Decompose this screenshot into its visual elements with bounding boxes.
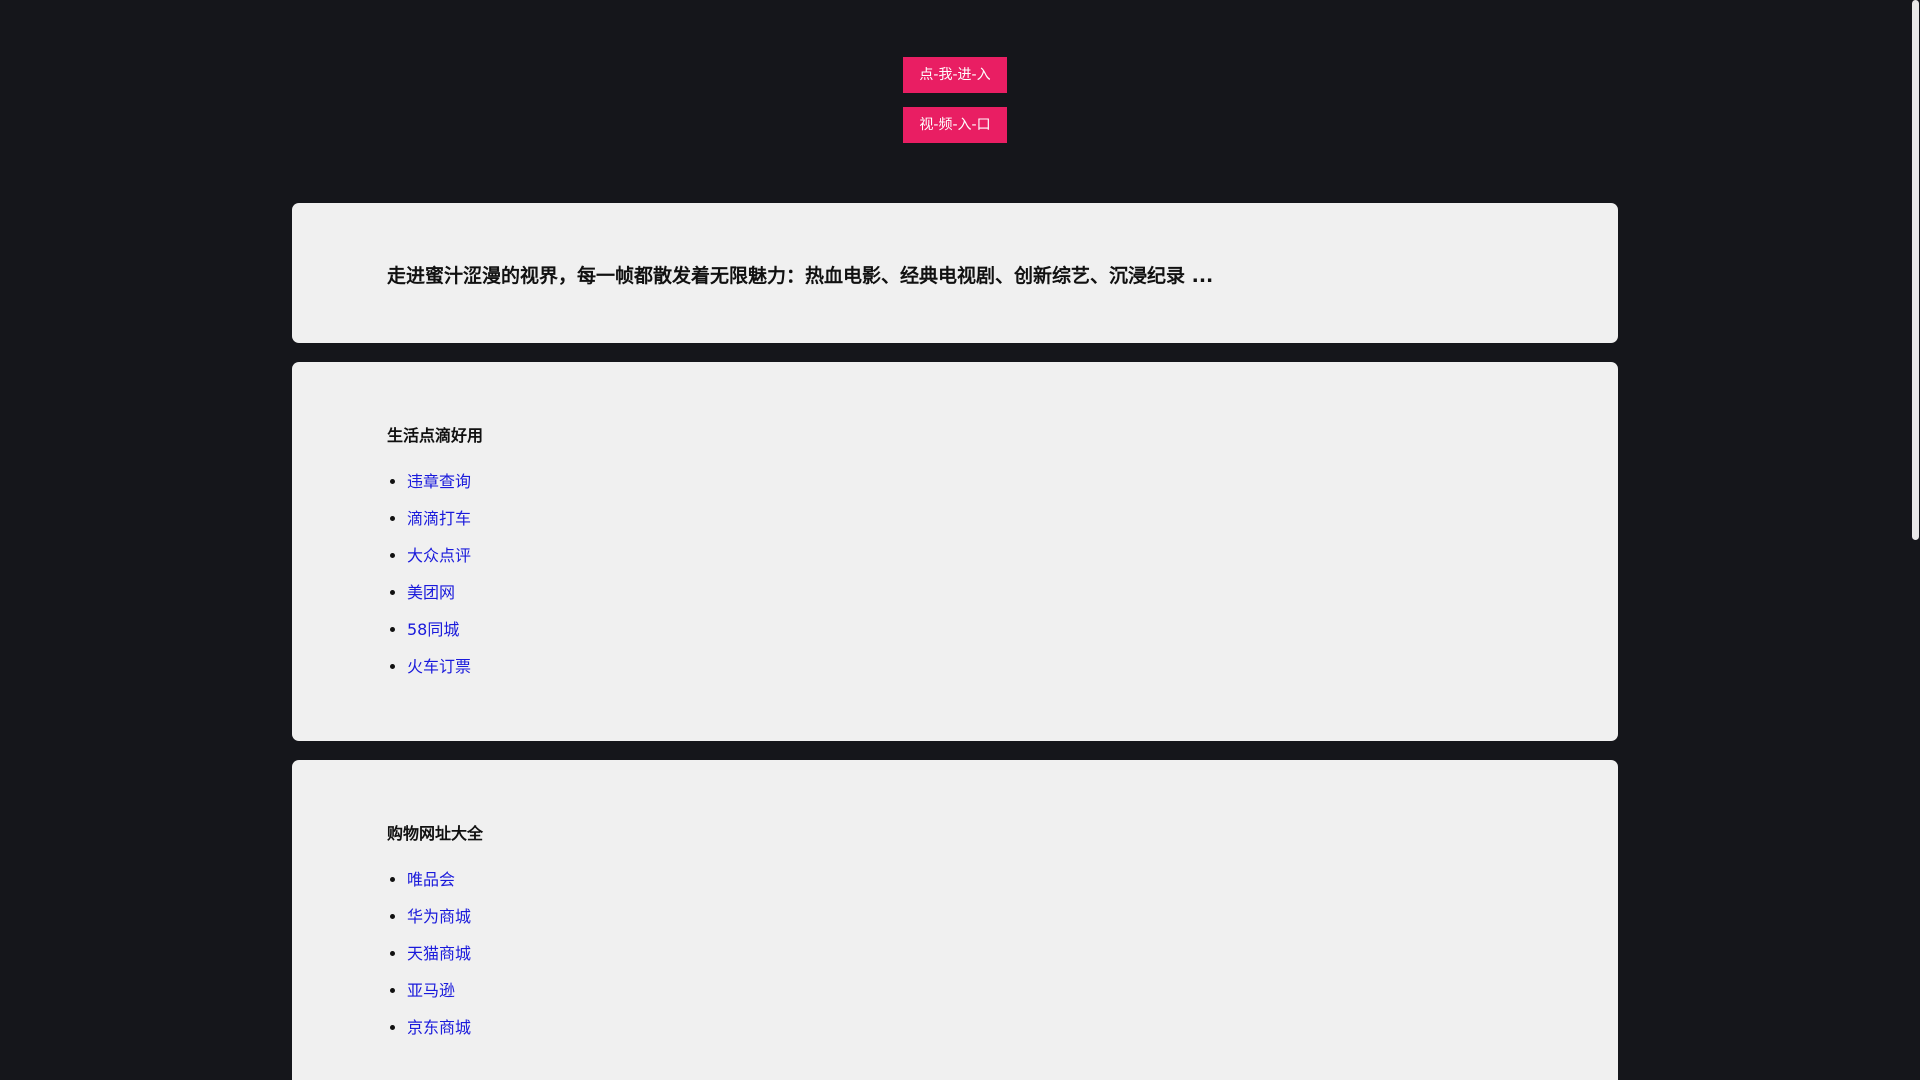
link-traffic-violation[interactable]: 违章查询 <box>407 472 471 491</box>
list-item: 火车订票 <box>407 653 471 690</box>
link-train-tickets[interactable]: 火车订票 <box>407 657 471 676</box>
life-links-list: 违章查询 滴滴打车 大众点评 美团网 58同城 火车订票 <box>387 468 471 690</box>
list-item: 大众点评 <box>407 542 471 579</box>
list-item: 京东商城 <box>407 1014 471 1051</box>
list-item: 滴滴打车 <box>407 505 471 542</box>
video-entry-button[interactable]: 视-频-入-口 <box>903 107 1007 143</box>
link-amazon[interactable]: 亚马逊 <box>407 981 455 1000</box>
life-links-card: 生活点滴好用 违章查询 滴滴打车 大众点评 美团网 58同城 火车订票 <box>292 362 1618 741</box>
link-jd[interactable]: 京东商城 <box>407 1018 471 1037</box>
shopping-links-title: 购物网址大全 <box>387 824 484 843</box>
shopping-links-card: 购物网址大全 唯品会 华为商城 天猫商城 亚马逊 京东商城 <box>292 760 1618 1080</box>
intro-card: 走进蜜汁涩漫的视界，每一帧都散发着无限魅力：热血电影、经典电视剧、创新综艺、沉浸… <box>292 203 1618 343</box>
link-vip[interactable]: 唯品会 <box>407 870 455 889</box>
link-58[interactable]: 58同城 <box>407 620 459 639</box>
top-button-group: 点-我-进-入 视-频-入-口 <box>0 57 1910 143</box>
list-item: 华为商城 <box>407 903 471 940</box>
enter-button[interactable]: 点-我-进-入 <box>903 57 1007 93</box>
link-dianping[interactable]: 大众点评 <box>407 546 471 565</box>
link-huawei-store[interactable]: 华为商城 <box>407 907 471 926</box>
list-item: 美团网 <box>407 579 471 616</box>
link-tmall[interactable]: 天猫商城 <box>407 944 471 963</box>
scrollbar-thumb[interactable] <box>1912 0 1919 540</box>
list-item: 58同城 <box>407 616 471 653</box>
page: 点-我-进-入 视-频-入-口 走进蜜汁涩漫的视界，每一帧都散发着无限魅力：热血… <box>0 0 1920 1080</box>
link-meituan[interactable]: 美团网 <box>407 583 455 602</box>
page-scrollbar[interactable] <box>1910 0 1920 1080</box>
list-item: 唯品会 <box>407 866 471 903</box>
shopping-links-list: 唯品会 华为商城 天猫商城 亚马逊 京东商城 <box>387 866 471 1051</box>
life-links-title: 生活点滴好用 <box>387 426 484 445</box>
list-item: 亚马逊 <box>407 977 471 1014</box>
list-item: 违章查询 <box>407 468 471 505</box>
list-item: 天猫商城 <box>407 940 471 977</box>
link-didi[interactable]: 滴滴打车 <box>407 509 471 528</box>
intro-text: 走进蜜汁涩漫的视界，每一帧都散发着无限魅力：热血电影、经典电视剧、创新综艺、沉浸… <box>387 265 1214 287</box>
